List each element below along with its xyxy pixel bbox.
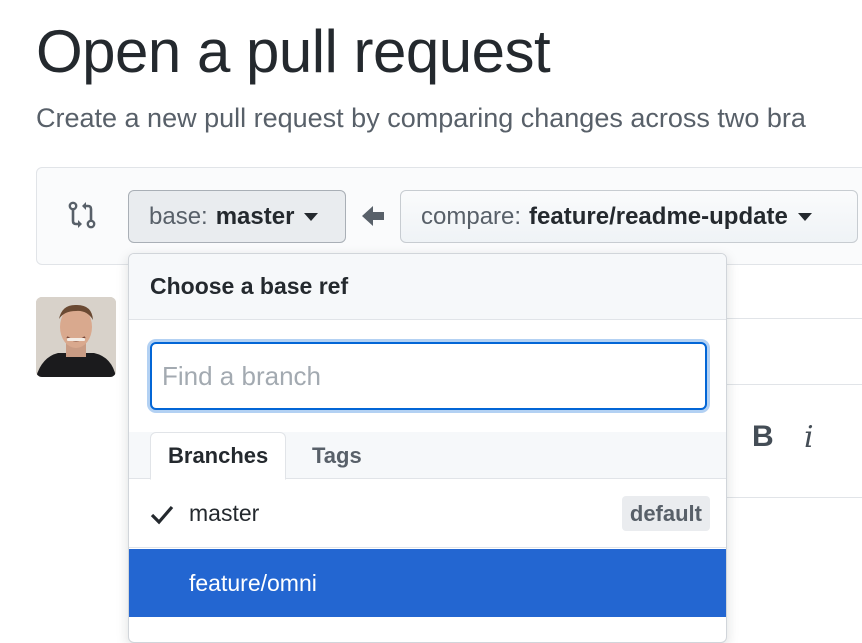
check-icon: [150, 505, 174, 525]
branch-name: master: [189, 500, 260, 526]
base-ref: master: [215, 202, 295, 230]
dropdown-title: Choose a base ref: [150, 273, 349, 299]
editor-border: [727, 318, 862, 319]
dropdown-tabs: Branches Tags: [129, 432, 726, 480]
caret-down-icon: [797, 212, 812, 221]
page-subtitle: Create a new pull request by comparing c…: [36, 103, 806, 133]
italic-button[interactable]: i: [804, 420, 814, 455]
compare-branch-button[interactable]: compare: feature/readme-update: [400, 190, 858, 243]
caret-down-icon: [304, 212, 319, 221]
arrow-left-icon: [362, 206, 384, 226]
branch-item-feature-omni[interactable]: feature/omni: [129, 549, 726, 617]
branch-item-master[interactable]: master default: [129, 480, 726, 548]
dropdown-header: Choose a base ref: [129, 254, 726, 320]
base-branch-button[interactable]: base: master: [128, 190, 346, 243]
default-badge: default: [621, 496, 710, 531]
bold-button[interactable]: B: [752, 420, 774, 454]
page-title: Open a pull request: [36, 18, 551, 85]
git-compare-icon: [68, 201, 96, 229]
editor-border: [727, 384, 862, 385]
base-label: base:: [149, 202, 208, 230]
tab-branches[interactable]: Branches: [150, 432, 287, 480]
tab-tags[interactable]: Tags: [295, 432, 379, 479]
base-ref-dropdown: Choose a base ref Branches Tags master d…: [128, 253, 727, 643]
compare-label: compare:: [421, 202, 522, 230]
editor-border: [727, 497, 862, 498]
branch-filter-input[interactable]: [150, 342, 707, 410]
avatar: [36, 297, 116, 377]
branch-name: feature/omni: [189, 569, 317, 596]
compare-ref: feature/readme-update: [529, 202, 788, 230]
